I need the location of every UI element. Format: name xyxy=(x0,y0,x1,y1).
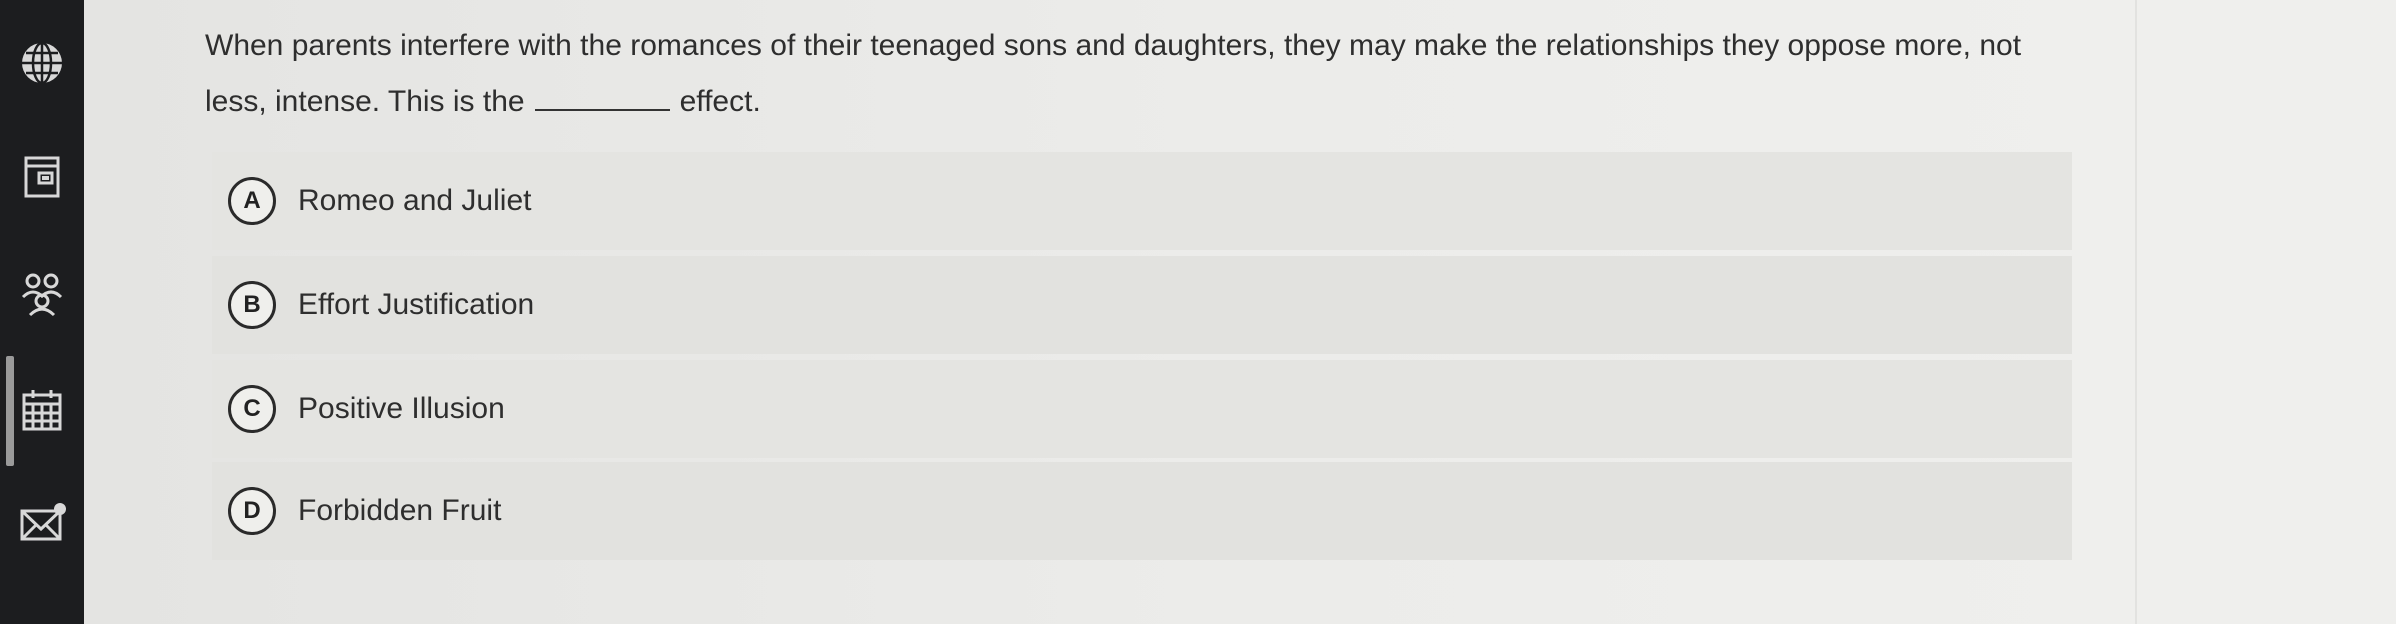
choice-a[interactable]: A Romeo and Juliet xyxy=(212,152,2072,250)
choice-b[interactable]: B Effort Justification xyxy=(212,256,2072,354)
choice-label: Romeo and Juliet xyxy=(298,184,532,217)
globe-icon xyxy=(22,41,62,85)
question-text-before: When parents interfere with the romances… xyxy=(205,29,2022,118)
choice-c[interactable]: C Positive Illusion xyxy=(212,360,2072,458)
right-panel xyxy=(2135,0,2396,624)
nav-item-mail[interactable] xyxy=(0,478,84,568)
nav-item-calendar[interactable] xyxy=(0,366,84,456)
choice-label: Effort Justification xyxy=(298,288,535,321)
document-icon xyxy=(24,156,60,198)
people-icon xyxy=(21,273,63,317)
answer-blank xyxy=(534,85,670,111)
nav-item-people[interactable] xyxy=(0,248,84,338)
question-text: When parents interfere with the romances… xyxy=(205,18,2065,130)
choice-letter-badge: A xyxy=(228,177,276,225)
question-text-after: effect. xyxy=(679,85,761,118)
calendar-icon xyxy=(22,390,62,431)
choice-label: Forbidden Fruit xyxy=(298,494,502,527)
choice-letter-badge: C xyxy=(228,385,276,433)
mail-icon xyxy=(20,503,66,541)
choice-label: Positive Illusion xyxy=(298,392,505,425)
nav-item-globe[interactable] xyxy=(0,18,84,108)
choice-letter-badge: D xyxy=(228,487,276,535)
choice-d[interactable]: D Forbidden Fruit xyxy=(212,462,2072,560)
nav-item-document[interactable] xyxy=(0,132,84,222)
left-sidebar xyxy=(0,0,84,624)
choice-letter-badge: B xyxy=(228,281,276,329)
